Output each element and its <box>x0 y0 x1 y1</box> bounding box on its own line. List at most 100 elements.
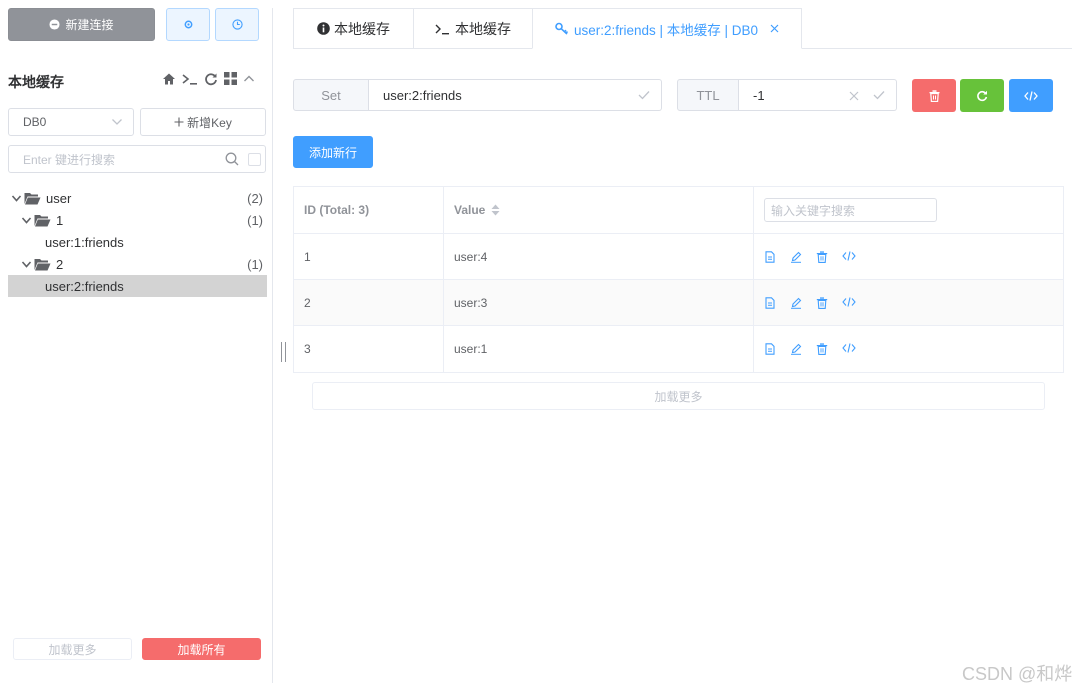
table-load-more-button[interactable]: 加载更多 <box>312 382 1045 410</box>
cell-actions <box>754 234 1063 279</box>
tree-count: (1) <box>247 212 263 228</box>
exact-search-checkbox[interactable] <box>248 153 261 166</box>
sort-icon[interactable] <box>491 204 500 216</box>
tree-folder-1[interactable]: 1 (1) <box>8 209 267 231</box>
header-filter: 输入关键字搜索 <box>754 187 1063 233</box>
ttl-input[interactable]: -1 <box>739 79 897 111</box>
row-id: 1 <box>304 249 311 264</box>
key-name-input[interactable]: user:2:friends <box>369 79 662 111</box>
connection-title: 本地缓存 <box>8 74 64 90</box>
document-icon[interactable] <box>764 250 776 263</box>
db-select-value: DB0 <box>23 115 47 129</box>
cell-value: user:3 <box>444 280 754 325</box>
document-icon[interactable] <box>764 343 776 355</box>
tab-status[interactable]: 本地缓存 <box>293 8 414 49</box>
chevron-down-icon <box>111 117 123 127</box>
clock-icon <box>231 19 243 30</box>
key-type-label: Set <box>293 79 369 111</box>
row-id: 2 <box>304 295 311 310</box>
tree-folder-user[interactable]: user (2) <box>8 187 267 209</box>
chevron-down-icon <box>21 259 32 270</box>
code-icon[interactable] <box>842 343 856 355</box>
new-connection-button[interactable]: 新建连接 <box>8 8 155 41</box>
trash-icon[interactable] <box>816 296 828 309</box>
add-row-button[interactable]: 添加新行 <box>293 136 373 168</box>
panel-divider <box>272 8 273 683</box>
folder-open-icon <box>24 192 41 205</box>
tree-label: 2 <box>56 256 64 272</box>
db-select[interactable]: DB0 <box>8 108 134 136</box>
tree-count: (1) <box>247 256 263 272</box>
refresh-icon[interactable] <box>204 72 218 86</box>
trash-icon[interactable] <box>816 343 828 355</box>
delete-key-button[interactable] <box>912 79 956 112</box>
header-id-label: ID (Total: 3) <box>304 203 370 217</box>
dump-command-button[interactable] <box>1009 79 1053 112</box>
header-value[interactable]: Value <box>444 187 754 233</box>
tab-cli[interactable]: 本地缓存 <box>413 8 533 49</box>
history-button[interactable] <box>215 8 259 41</box>
folder-open-icon <box>34 214 51 227</box>
watermark: CSDN @和烨 <box>962 664 1073 684</box>
header-value-label: Value <box>454 203 486 217</box>
settings-button[interactable] <box>166 8 210 41</box>
edit-icon[interactable] <box>790 297 802 309</box>
code-icon[interactable] <box>842 296 856 309</box>
table-row: 1 user:4 <box>294 234 1063 280</box>
trash-icon[interactable] <box>816 250 828 263</box>
value-table: ID (Total: 3) Value 输入关键字搜索 1 user:4 2 u… <box>293 186 1064 373</box>
tab-key-detail[interactable]: user:2:friends | 本地缓存 | DB0 <box>532 8 802 49</box>
trash-icon <box>929 89 940 102</box>
cell-actions <box>754 280 1063 325</box>
clear-icon[interactable] <box>849 91 859 101</box>
check-icon[interactable] <box>873 90 885 100</box>
tree-key-user-1-friends[interactable]: user:1:friends <box>8 231 267 253</box>
header-id: ID (Total: 3) <box>294 187 444 233</box>
load-more-label: 加载更多 <box>48 642 97 657</box>
key-search-input[interactable]: Enter 键进行搜索 <box>8 145 266 173</box>
ttl-label-text: TTL <box>696 87 720 103</box>
tab-label: user:2:friends | 本地缓存 | DB0 <box>573 22 759 38</box>
load-all-button[interactable]: 加载所有 <box>142 638 261 660</box>
tree-count: (2) <box>247 190 263 206</box>
tree-label: user <box>46 190 72 206</box>
document-icon[interactable] <box>764 296 776 309</box>
key-icon <box>555 22 570 35</box>
tree-label: 1 <box>56 212 64 228</box>
add-key-button[interactable]: 新增Key <box>140 108 266 136</box>
cell-value: user:4 <box>444 234 754 279</box>
refresh-key-button[interactable] <box>960 79 1004 112</box>
plus-icon <box>174 117 184 127</box>
check-icon[interactable] <box>638 90 650 100</box>
tab-label: 本地缓存 <box>334 20 390 37</box>
close-icon[interactable] <box>770 24 779 33</box>
home-icon[interactable] <box>162 72 176 86</box>
tree-label: user:1:friends <box>45 234 124 250</box>
tree-folder-2[interactable]: 2 (1) <box>8 253 267 275</box>
search-icon[interactable] <box>225 152 239 166</box>
chevron-down-icon <box>11 193 22 204</box>
row-value: user:4 <box>454 249 488 264</box>
terminal-icon[interactable] <box>182 72 198 86</box>
row-value: user:3 <box>454 295 488 310</box>
table-filter-input[interactable]: 输入关键字搜索 <box>764 198 937 222</box>
new-connection-label: 新建连接 <box>65 18 114 32</box>
ttl-label: TTL <box>677 79 739 111</box>
ttl-value: -1 <box>753 87 765 103</box>
code-icon[interactable] <box>842 250 856 263</box>
edit-icon[interactable] <box>790 343 802 355</box>
row-value: user:1 <box>454 342 488 356</box>
cell-actions <box>754 326 1063 372</box>
load-more-button[interactable]: 加载更多 <box>13 638 132 660</box>
chevron-up-icon[interactable] <box>243 72 255 86</box>
add-key-label: 新增Key <box>187 115 232 130</box>
grid-icon[interactable] <box>224 72 237 86</box>
tab-label: 本地缓存 <box>455 20 511 37</box>
table-row: 3 user:1 <box>294 326 1063 372</box>
cell-value: user:1 <box>444 326 754 372</box>
tree-key-user-2-friends[interactable]: user:2:friends <box>8 275 267 297</box>
table-load-more-label: 加载更多 <box>654 389 703 404</box>
resize-handle[interactable] <box>281 342 286 362</box>
edit-icon[interactable] <box>790 251 802 263</box>
cell-id: 3 <box>294 326 444 372</box>
